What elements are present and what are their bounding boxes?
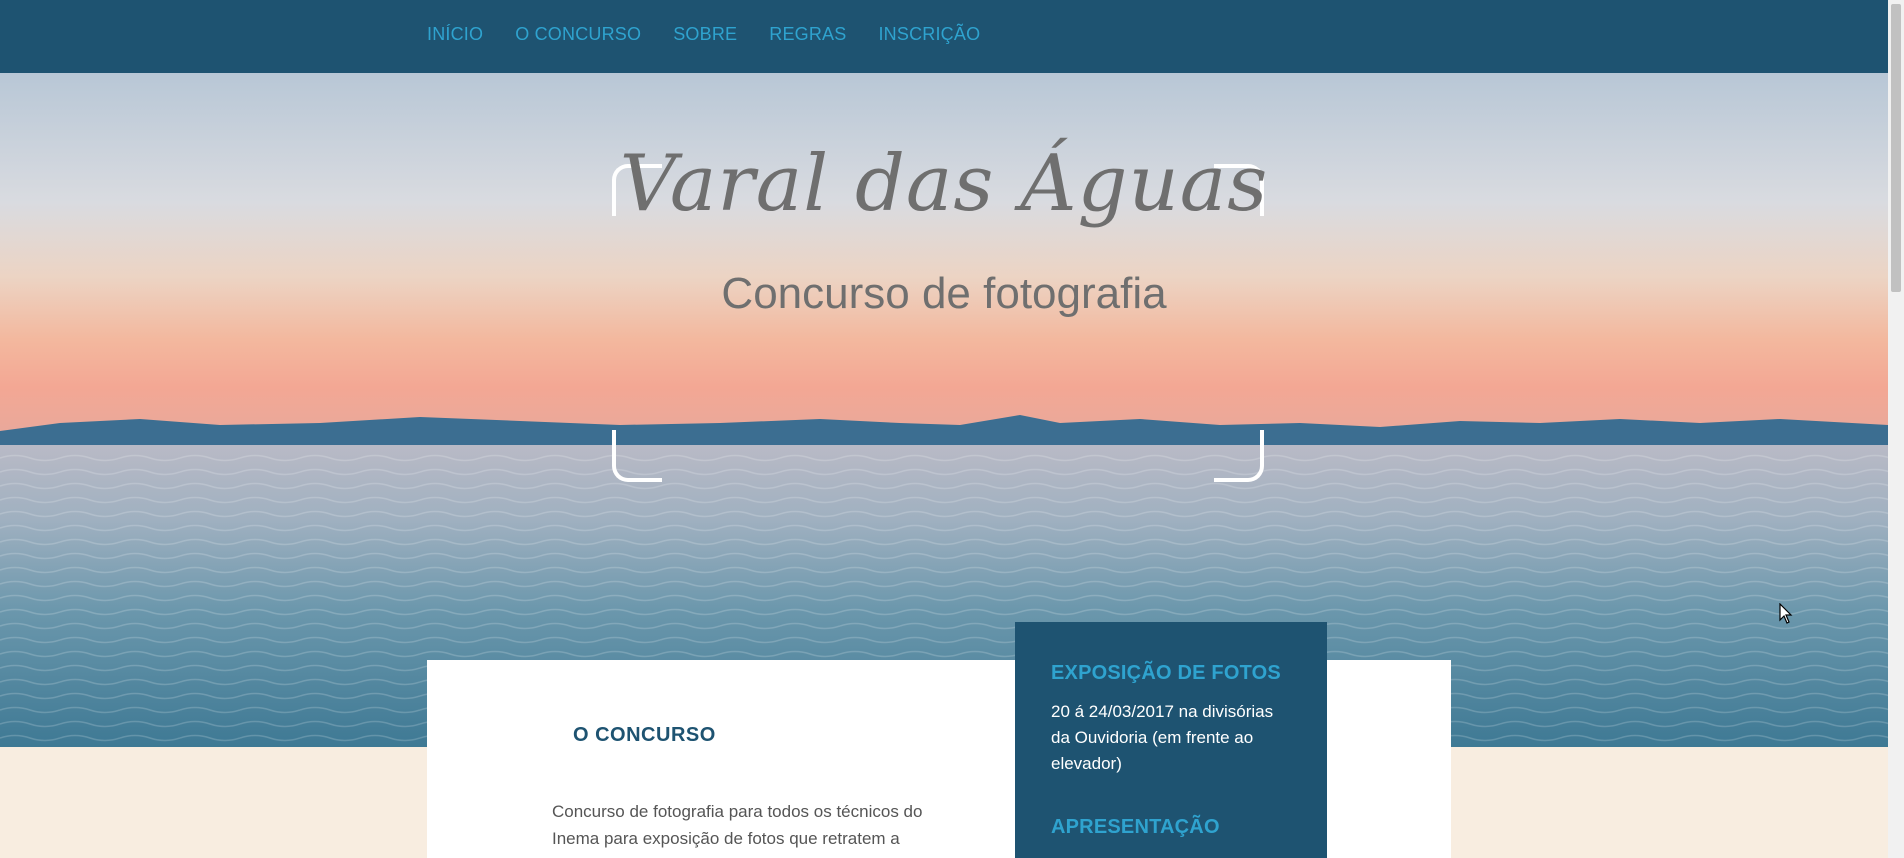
contest-description: Concurso de fotografia para todos os téc… [552,802,923,848]
nav-item-sobre: SOBRE [673,24,737,45]
nav-link-inicio[interactable]: INÍCIO [427,24,483,44]
hero-title: Varal das Águas [619,139,1269,229]
mouse-cursor-icon [1779,603,1793,624]
presentation-heading: APRESENTAÇÃO [1051,816,1220,838]
nav-menu: INÍCIO O CONCURSO SOBRE REGRAS INSCRIÇÃO [427,24,980,45]
nav-link-regras[interactable]: REGRAS [769,24,846,44]
page-scrollbar[interactable] [1888,0,1904,858]
nav-item-inscricao: INSCRIÇÃO [878,24,980,45]
nav-item-regras: REGRAS [769,24,846,45]
nav-link-concurso[interactable]: O CONCURSO [515,24,641,44]
hero-section: Varal das Águas Concurso de fotografia [0,73,1888,747]
nav-item-inicio: INÍCIO [427,24,483,45]
scrollbar-thumb[interactable] [1891,4,1901,292]
nav-item-concurso: O CONCURSO [515,24,641,45]
nav-link-inscricao[interactable]: INSCRIÇÃO [878,24,980,44]
hero-subtitle: Concurso de fotografia [721,269,1167,318]
info-sidebar: EXPOSIÇÃO DE FOTOS 20 á 24/03/2017 na di… [1015,622,1327,858]
frame-corner-bottom-right [1214,430,1264,482]
nav-link-sobre[interactable]: SOBRE [673,24,737,44]
exhibition-details: 20 á 24/03/2017 na divisórias da Ouvidor… [1051,702,1274,773]
top-navigation: INÍCIO O CONCURSO SOBRE REGRAS INSCRIÇÃO [0,0,1888,73]
page: INÍCIO O CONCURSO SOBRE REGRAS INSCRIÇÃO [0,0,1904,858]
contest-heading: O CONCURSO [573,724,716,746]
frame-corner-bottom-left [612,430,662,482]
exhibition-heading: EXPOSIÇÃO DE FOTOS [1051,662,1281,684]
